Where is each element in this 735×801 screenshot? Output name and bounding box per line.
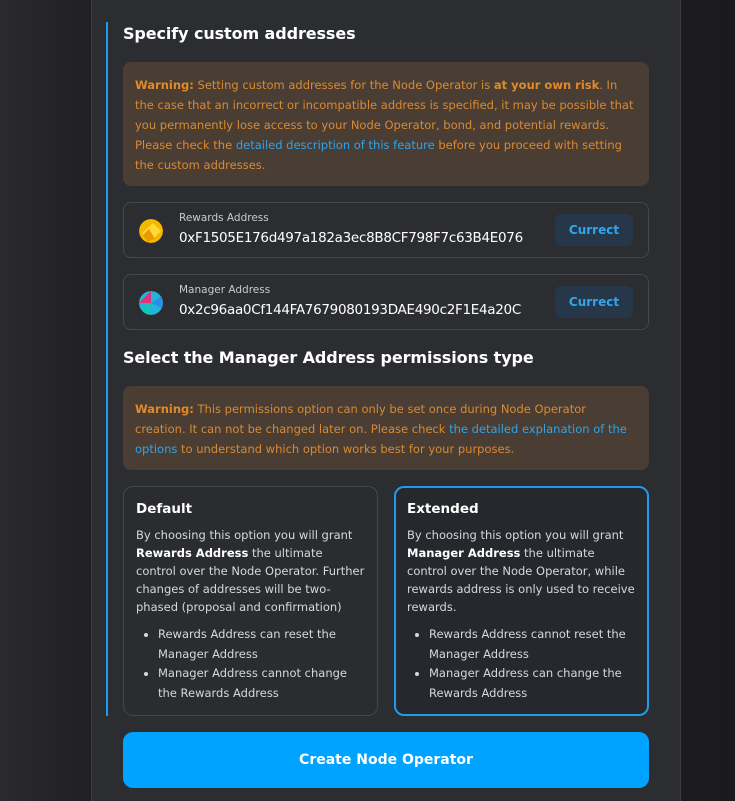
- manager-current-button[interactable]: Currect: [555, 286, 633, 318]
- permissions-warning: Warning: This permissions option can onl…: [123, 386, 649, 470]
- background-left: [0, 0, 92, 801]
- warning-label: Warning:: [135, 78, 194, 92]
- extended-option-title: Extended: [407, 501, 479, 517]
- manager-address-label: Manager Address: [179, 284, 271, 296]
- feature-description-link[interactable]: detailed description of this feature: [236, 138, 435, 152]
- warning-text: Setting custom addresses for the Node Op…: [193, 78, 494, 92]
- default-option-card[interactable]: Default By choosing this option you will…: [123, 486, 378, 716]
- warning-risk: at your own risk: [493, 78, 600, 92]
- rewards-address-avatar: [139, 219, 163, 243]
- default-option-title: Default: [136, 501, 193, 517]
- list-item: Rewards Address cannot reset the Manager…: [429, 625, 636, 664]
- list-item: Rewards Address can reset the Manager Ad…: [158, 625, 365, 664]
- manager-address-avatar: [139, 291, 163, 315]
- rewards-address-value: 0xF1505E176d497a182a3ec8B8CF798F7c63B4E0…: [179, 230, 523, 246]
- permissions-heading: Select the Manager Address permissions t…: [123, 348, 534, 367]
- rewards-current-button[interactable]: Currect: [555, 214, 633, 246]
- extended-option-card[interactable]: Extended By choosing this option you wil…: [394, 486, 649, 716]
- warning-label: Warning:: [135, 402, 194, 416]
- default-option-bullets: Rewards Address can reset the Manager Ad…: [136, 625, 365, 703]
- extended-option-bullets: Rewards Address cannot reset the Manager…: [407, 625, 636, 703]
- warning-text: to understand which option works best fo…: [177, 442, 515, 456]
- manager-address-value: 0x2c96aa0Cf144FA7679080193DAE490c2F1E4a2…: [179, 302, 521, 318]
- default-option-description: By choosing this option you will grant R…: [136, 528, 365, 614]
- rewards-address-label: Rewards Address: [179, 212, 269, 224]
- list-item: Manager Address can change the Rewards A…: [429, 664, 636, 703]
- section-accent-line: [106, 22, 108, 716]
- extended-option-description: By choosing this option you will grant M…: [407, 528, 635, 614]
- manager-address-field: Manager Address 0x2c96aa0Cf144FA76790801…: [123, 274, 649, 330]
- custom-addresses-warning: Warning: Setting custom addresses for th…: [123, 62, 649, 186]
- list-item: Manager Address cannot change the Reward…: [158, 664, 365, 703]
- rewards-address-field: Rewards Address 0xF1505E176d497a182a3ec8…: [123, 202, 649, 258]
- custom-addresses-heading: Specify custom addresses: [123, 24, 356, 43]
- create-node-operator-button[interactable]: Create Node Operator: [123, 732, 649, 788]
- background-right: [681, 0, 735, 801]
